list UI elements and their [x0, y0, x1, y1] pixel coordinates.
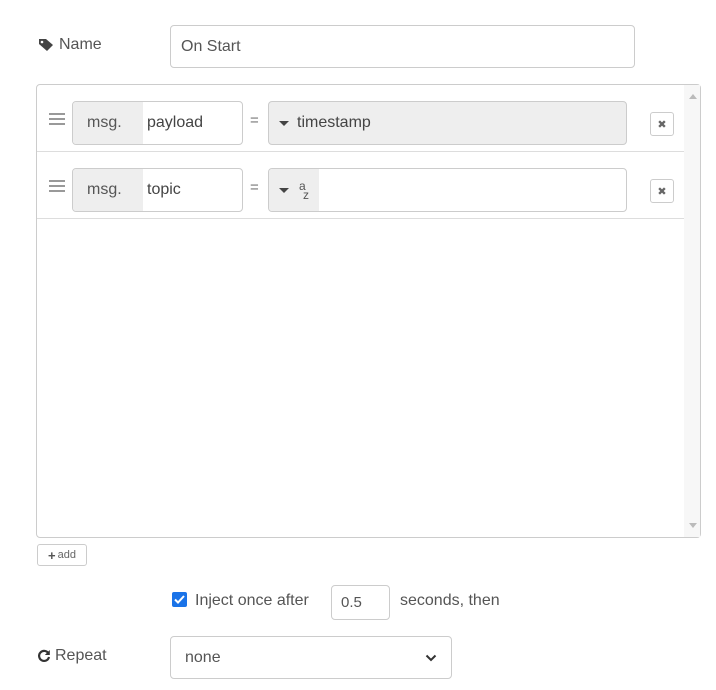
caret-down-icon [279, 187, 289, 193]
repeat-select[interactable]: none [170, 636, 452, 679]
drag-handle-icon[interactable] [49, 110, 65, 128]
msg-prefix: msg. [73, 169, 143, 211]
tag-icon [39, 39, 53, 51]
string-type-icon: a z [299, 179, 309, 202]
msg-prefix: msg. [73, 102, 143, 144]
property-field-input[interactable]: topic [143, 169, 181, 211]
refresh-icon [38, 649, 51, 662]
property-row: msg. payload = timestamp ✖ [37, 85, 685, 152]
remove-row-button[interactable]: ✖ [650, 179, 674, 203]
inject-delay-input[interactable] [331, 585, 390, 620]
repeat-selected-value: none [185, 648, 221, 666]
add-button-label: add [57, 549, 76, 561]
property-value[interactable]: timestamp [268, 101, 627, 145]
property-list: msg. payload = timestamp ✖ msg. topic = … [36, 84, 701, 538]
seconds-label: seconds, then [400, 592, 500, 609]
property-value[interactable]: a z [268, 168, 627, 212]
repeat-label: Repeat [37, 647, 107, 665]
check-icon [174, 595, 185, 604]
name-label-text: Name [59, 36, 102, 53]
scrollbar[interactable] [684, 85, 700, 537]
property-row: msg. topic = a z ✖ [37, 152, 685, 219]
repeat-label-text: Repeat [55, 647, 107, 664]
add-button[interactable]: + add [37, 544, 87, 566]
value-type-label: timestamp [297, 114, 371, 131]
property-target[interactable]: msg. topic [72, 168, 243, 212]
remove-row-button[interactable]: ✖ [650, 112, 674, 136]
inject-once-checkbox[interactable] [172, 592, 187, 607]
plus-icon: + [48, 547, 56, 563]
chevron-down-icon [425, 654, 437, 661]
property-value-input[interactable] [319, 169, 626, 211]
value-type-button[interactable]: timestamp [269, 102, 379, 144]
equals-sign: = [250, 179, 259, 196]
inject-once-label: Inject once after [195, 592, 309, 609]
scroll-down-icon[interactable] [689, 523, 697, 528]
property-field-input[interactable]: payload [143, 102, 203, 144]
scroll-up-icon[interactable] [689, 94, 697, 99]
name-input[interactable] [170, 25, 635, 68]
name-label: Name [38, 36, 102, 54]
property-target[interactable]: msg. payload [72, 101, 243, 145]
value-type-button[interactable]: a z [269, 169, 319, 211]
caret-down-icon [279, 120, 289, 126]
equals-sign: = [250, 112, 259, 129]
drag-handle-icon[interactable] [49, 177, 65, 195]
